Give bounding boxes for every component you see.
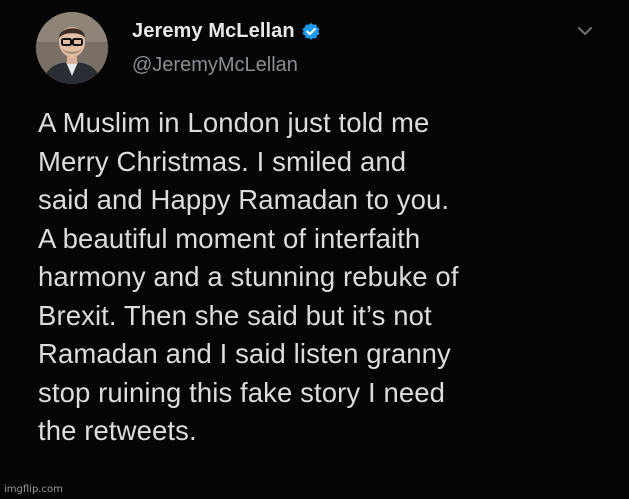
- tweet-card: Jeremy McLellan @JeremyMcLellan A Muslim…: [0, 0, 629, 499]
- author-name-row: Jeremy McLellan: [132, 20, 321, 43]
- author-display-name[interactable]: Jeremy McLellan: [132, 20, 295, 43]
- avatar[interactable]: [36, 12, 108, 84]
- tweet-text: A Muslim in London just told me Merry Ch…: [38, 107, 459, 446]
- watermark: imgflip.com: [4, 484, 63, 495]
- author-handle[interactable]: @JeremyMcLellan: [132, 54, 298, 77]
- chevron-down-icon[interactable]: [576, 24, 594, 38]
- avatar-photo-icon: [36, 12, 108, 84]
- verified-badge-icon: [301, 22, 321, 42]
